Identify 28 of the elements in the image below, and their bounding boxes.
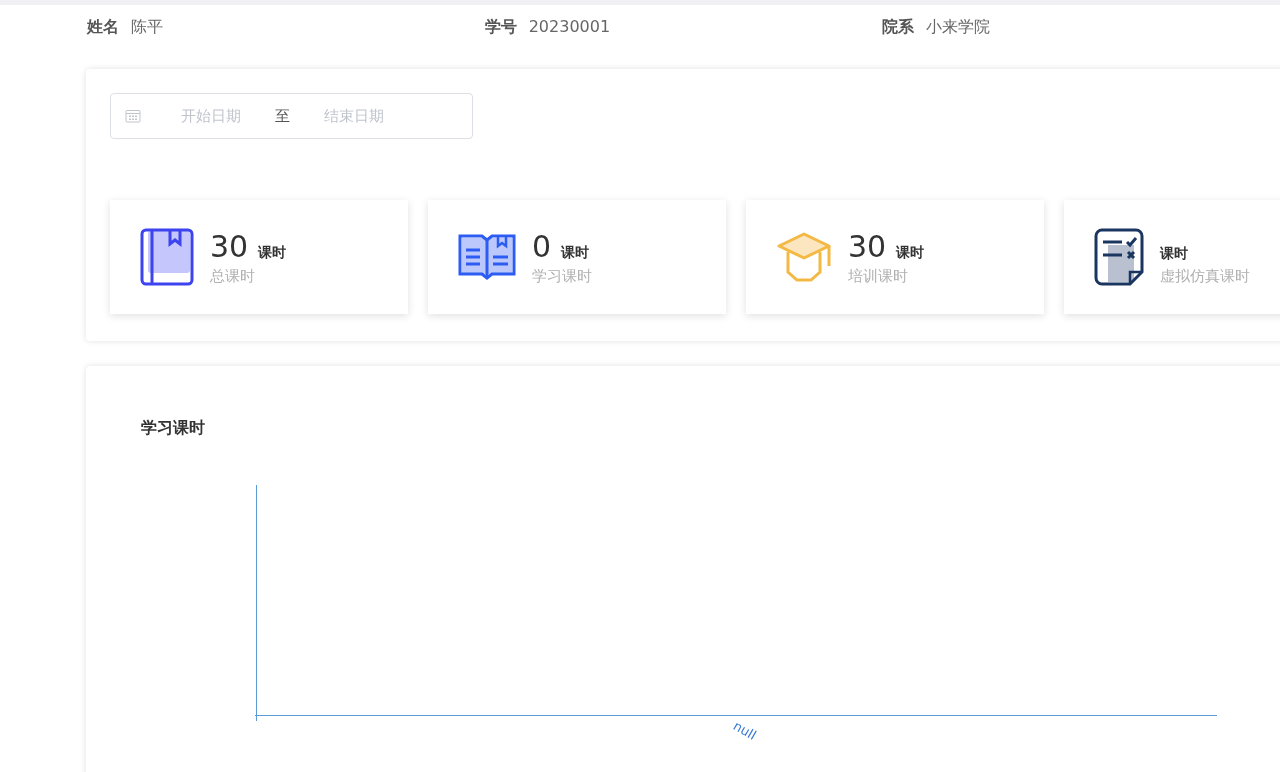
open-book-icon [458,232,516,282]
field-value: 陈平 [131,17,163,38]
stat-value: 30 [848,228,887,264]
field-value: 小来学院 [926,17,991,38]
end-date-field[interactable]: 结束日期 [304,106,404,126]
range-separator: 至 [275,106,290,126]
stat-unit: 课时 [1160,244,1188,263]
stat-label: 总课时 [210,266,256,286]
stat-value: 30 [210,228,249,264]
stat-unit: 课时 [258,243,287,262]
field-label: 学号 [484,17,517,38]
field-label: 院系 [882,17,915,38]
stat-label: 虚拟仿真课时 [1160,266,1250,286]
calendar-icon [125,109,141,123]
field-label: 姓名 [87,17,119,38]
stat-value: 0 [532,228,552,264]
axis-label: null [730,718,759,743]
stat-label: 学习课时 [532,266,592,286]
stat-unit: 课时 [896,243,925,262]
field-value: 20230001 [528,17,611,36]
chart-title: 学习课时 [141,418,205,439]
stat-unit: 课时 [561,243,590,262]
checklist-icon [1094,228,1144,286]
start-date-field[interactable]: 开始日期 [161,106,261,126]
stat-label: 培训课时 [848,266,909,286]
graduation-cap-icon [776,231,832,283]
book-icon [140,228,194,286]
date-range-picker[interactable]: 开始日期 至 结束日期 [110,93,473,139]
